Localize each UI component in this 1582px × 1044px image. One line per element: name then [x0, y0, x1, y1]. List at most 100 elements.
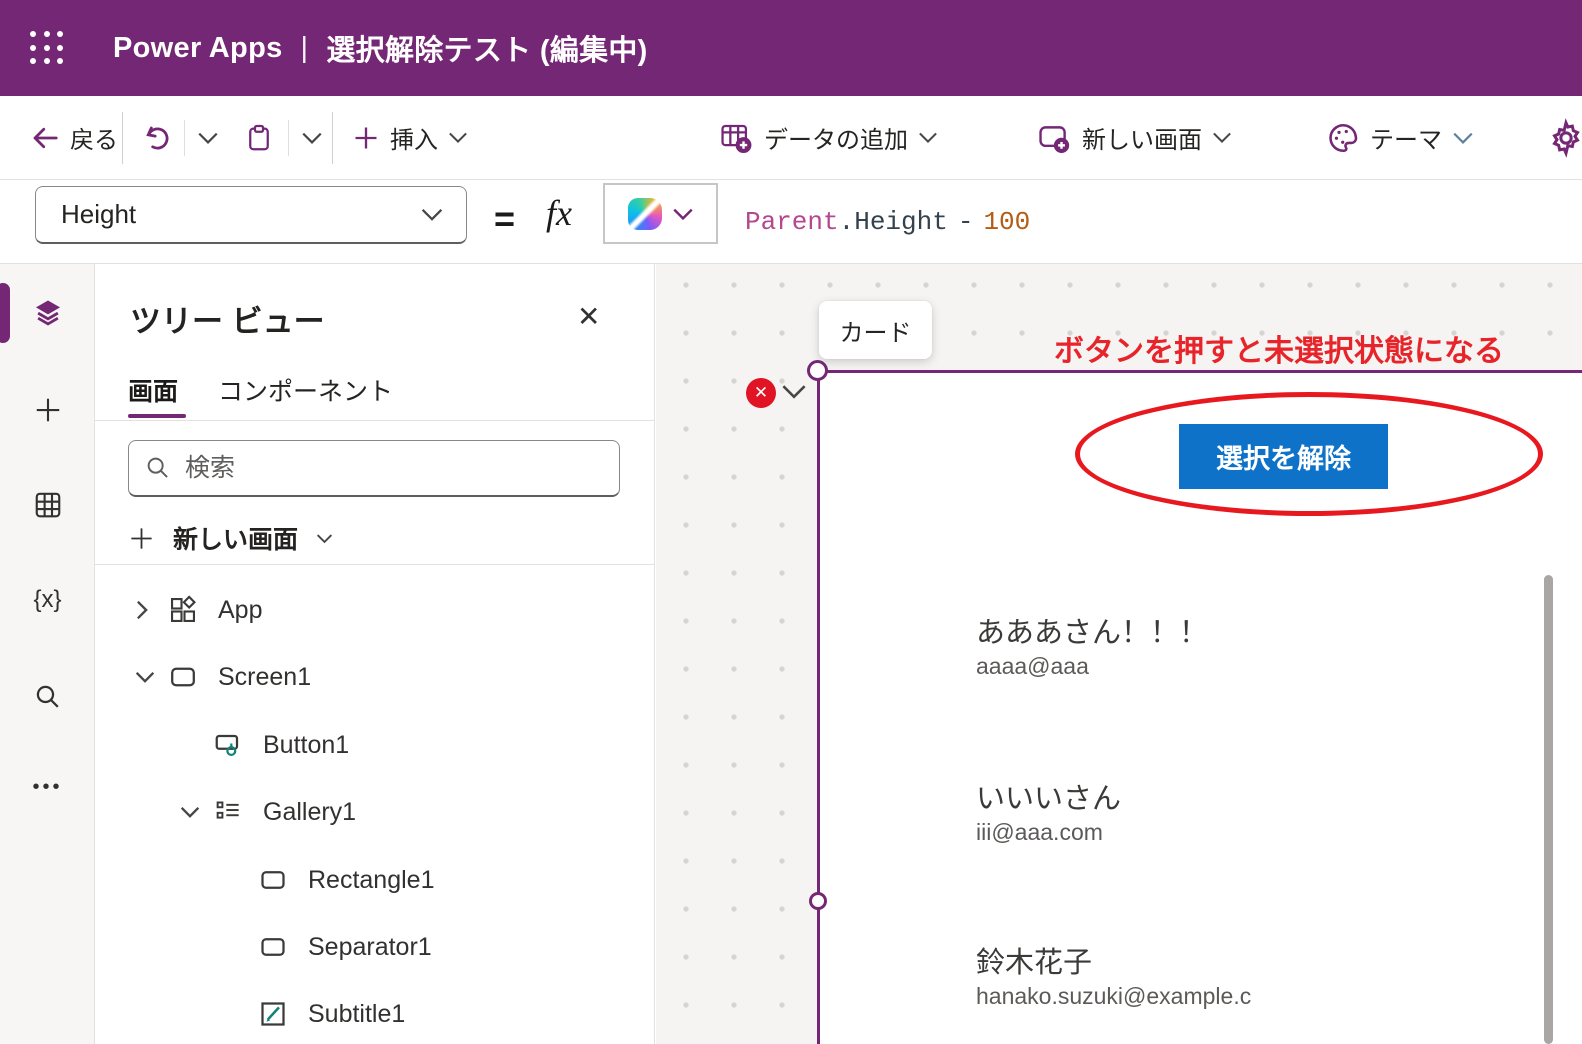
search-icon	[34, 683, 62, 711]
command-bar: 戻る 挿入 データの追加 新しい画面 テーマ	[0, 96, 1582, 180]
theme-label: テーマ	[1370, 127, 1442, 154]
chevron-down-icon	[316, 533, 333, 544]
header-title: Power Apps | 選択解除テスト (編集中)	[113, 0, 648, 96]
chevron-down-icon	[197, 131, 219, 145]
equals-sign: =	[494, 198, 516, 239]
plus-icon	[352, 124, 380, 152]
formula-bar: Height = fx Parent .Height -100	[0, 180, 1582, 264]
rail-tree-view-button[interactable]	[0, 285, 95, 341]
tree-item-subtitle1[interactable]: Subtitle1	[95, 981, 655, 1044]
tree-item-label: Gallery1	[263, 797, 357, 826]
workspace: {x} ••• ツリー ビュー ✕ 画面 コンポーネント 検索 新しい画面 Ap…	[0, 264, 1582, 1044]
gear-icon	[1546, 117, 1582, 158]
add-data-button[interactable]: データの追加	[718, 96, 938, 179]
chevron-right-icon[interactable]	[135, 600, 168, 620]
search-icon	[145, 455, 171, 481]
fx-label: fx	[546, 193, 572, 233]
selection-menu-chevron[interactable]	[781, 383, 807, 400]
add-data-label: データの追加	[764, 127, 908, 154]
paste-menu-chevron[interactable]	[301, 96, 323, 179]
chevron-down-icon	[1452, 131, 1474, 145]
formula-number-token: 100	[983, 206, 1031, 237]
chevron-down-icon	[918, 131, 938, 144]
toolbar-separator	[122, 112, 123, 164]
property-selected: Height	[61, 199, 137, 229]
copilot-icon	[627, 197, 662, 230]
tree-item-app[interactable]: App	[95, 577, 655, 643]
resize-handle-left[interactable]	[809, 892, 827, 910]
resize-handle-top-left[interactable]	[807, 360, 828, 381]
close-icon[interactable]: ✕	[577, 300, 600, 333]
tree-item-label: Screen1	[218, 662, 312, 691]
tab-components[interactable]: コンポーネント	[218, 362, 393, 418]
tree-search-box	[128, 440, 620, 497]
gallery-scrollbar[interactable]	[1544, 575, 1553, 1044]
gallery-item-name[interactable]: いいいさん	[976, 775, 1121, 817]
formula-operator-token: -	[957, 206, 974, 237]
gallery-item-email[interactable]: iii@aaa.com	[976, 819, 1103, 846]
undo-menu-chevron[interactable]	[197, 96, 219, 179]
chevron-down-icon[interactable]	[180, 805, 213, 819]
new-screen-label: 新しい画面	[1082, 127, 1202, 154]
toolbar-separator	[332, 112, 333, 164]
screen-icon	[168, 662, 198, 692]
waffle-menu-icon[interactable]	[30, 31, 64, 65]
rectangle-icon	[258, 932, 288, 962]
toolbar-separator	[184, 120, 185, 156]
formula-member-token: .Height	[838, 206, 948, 237]
delete-selection-badge[interactable]: ✕	[746, 378, 776, 408]
theme-button[interactable]: テーマ	[1326, 96, 1474, 179]
tab-screens[interactable]: 画面	[128, 362, 178, 418]
gallery-item-name[interactable]: あああさん！！！	[976, 609, 1208, 651]
back-arrow-icon	[30, 123, 60, 153]
insert-button[interactable]: 挿入	[352, 96, 468, 179]
undo-icon	[140, 122, 172, 154]
design-canvas[interactable]: カード ボタンを押すと未選択状態になる ✕ 選択を解除 あああさん！！！ aaa…	[656, 264, 1582, 1044]
chevron-down-icon	[301, 131, 323, 145]
tree-item-label: Rectangle1	[308, 865, 435, 894]
gallery-item-email[interactable]: aaaa@aaa	[976, 653, 1089, 680]
divider	[95, 564, 655, 565]
rail-insert-button[interactable]	[0, 382, 95, 438]
tree-item-rectangle1[interactable]: Rectangle1	[95, 847, 655, 913]
rail-variables-button[interactable]: {x}	[0, 572, 95, 628]
tree-item-button1[interactable]: Button1	[95, 712, 655, 778]
tree-item-label: Subtitle1	[308, 999, 406, 1028]
selection-tooltip: カード	[819, 301, 932, 359]
annotation-text: ボタンを押すと未選択状態になる	[1054, 335, 1504, 368]
search-input[interactable]	[185, 453, 603, 483]
chevron-down-icon	[672, 207, 694, 221]
deselect-button[interactable]: 選択を解除	[1179, 424, 1388, 489]
new-screen-button[interactable]: 新しい画面	[1036, 96, 1232, 179]
palette-icon	[1326, 121, 1360, 155]
chevron-down-icon	[1212, 131, 1232, 144]
gallery-item-name[interactable]: 鈴木花子	[976, 939, 1092, 981]
tree-item-gallery1[interactable]: Gallery1	[95, 779, 655, 845]
plus-icon	[128, 525, 155, 552]
new-screen-tree-button[interactable]: 新しい画面	[128, 512, 333, 564]
property-dropdown[interactable]: Height	[35, 186, 467, 244]
undo-button[interactable]	[140, 96, 172, 179]
rail-search-button[interactable]	[0, 669, 95, 725]
settings-button[interactable]	[1546, 96, 1582, 179]
new-screen-icon	[1036, 121, 1072, 155]
gallery-item-email[interactable]: hanako.suzuki@example.c	[976, 983, 1251, 1010]
plus-icon	[33, 395, 63, 425]
badge-x-icon: ✕	[753, 383, 769, 402]
table-grid-icon	[33, 490, 63, 520]
paste-button[interactable]	[244, 96, 274, 179]
chevron-down-icon[interactable]	[135, 670, 168, 684]
tree-item-separator1[interactable]: Separator1	[95, 914, 655, 980]
title-divider: |	[300, 31, 309, 64]
back-button[interactable]: 戻る	[30, 96, 118, 179]
tree-item-screen1[interactable]: Screen1	[95, 644, 655, 710]
rail-more-button[interactable]: •••	[0, 759, 95, 815]
insert-label: 挿入	[390, 127, 438, 154]
layers-icon	[32, 297, 64, 329]
gallery-icon	[213, 798, 243, 826]
chevron-down-icon	[420, 207, 444, 222]
rail-data-button[interactable]	[0, 477, 95, 533]
formula-input[interactable]: Parent .Height -100	[745, 180, 1030, 263]
copilot-button[interactable]	[603, 183, 718, 244]
rectangle-icon	[258, 865, 288, 895]
